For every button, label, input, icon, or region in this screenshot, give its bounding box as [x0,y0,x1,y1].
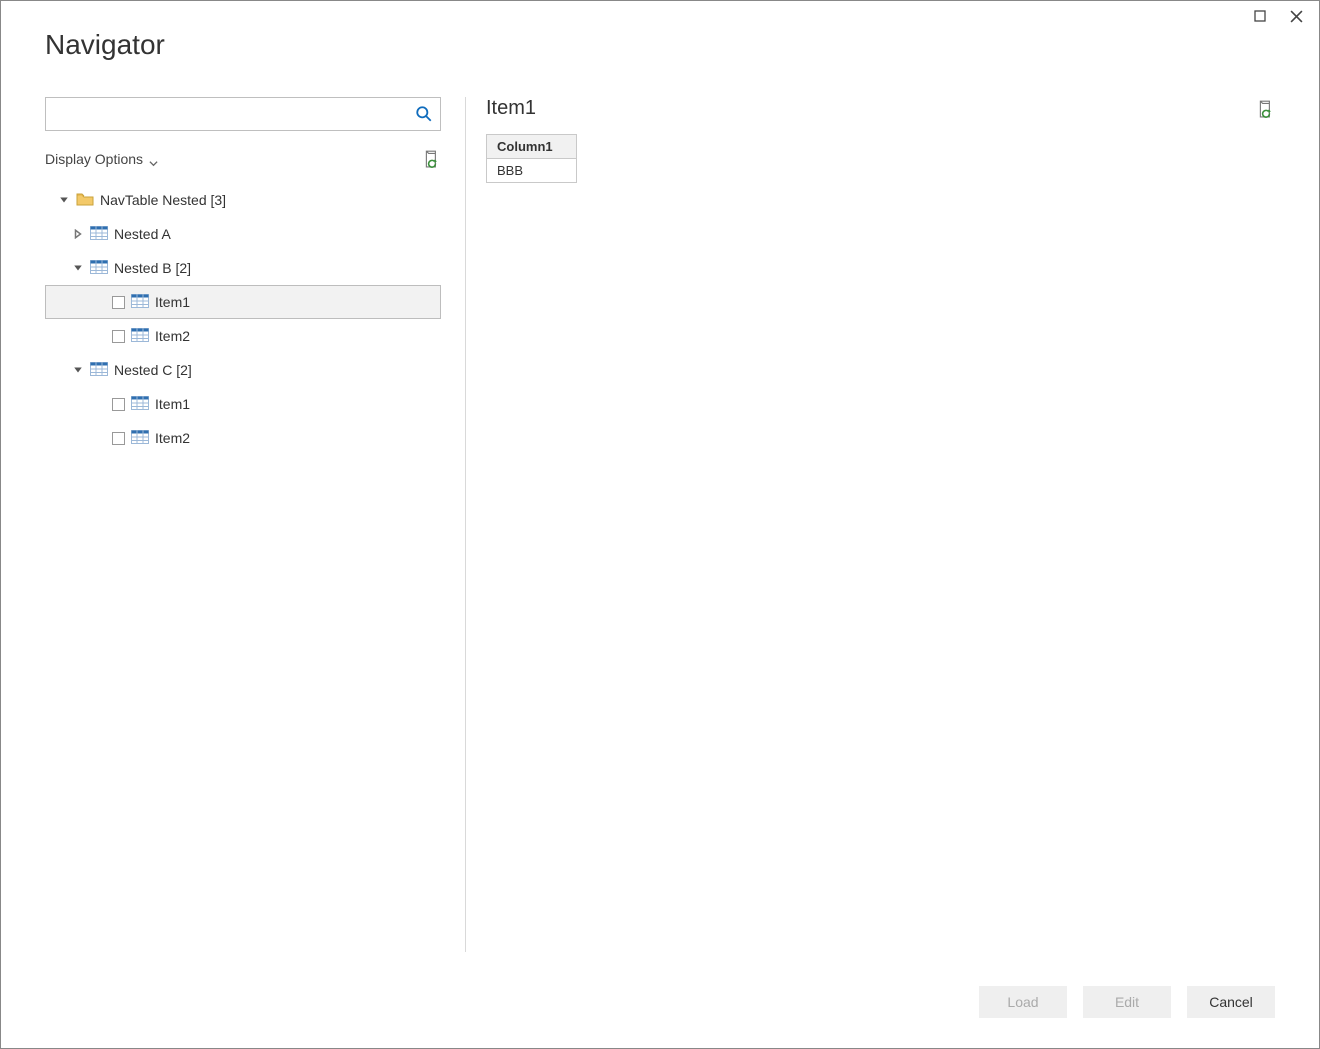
cancel-button[interactable]: Cancel [1187,986,1275,1018]
tree-node-nested-b-item2[interactable]: Item2 [45,319,441,353]
nav-tree: NavTable Nested [3] Nested A Nested B [2… [45,183,441,455]
table-icon [90,260,108,276]
folder-icon [76,192,94,208]
tree-checkbox[interactable] [112,432,125,445]
dialog-title: Navigator [45,29,165,61]
table-icon [131,396,149,412]
table-icon [90,362,108,378]
maximize-button[interactable] [1251,7,1269,25]
preview-cell: BBB [487,159,577,183]
expander-icon[interactable] [58,194,70,206]
preview-pane: Item1 Column1 BBB [486,97,1275,952]
edit-button[interactable]: Edit [1083,986,1171,1018]
table-icon [131,294,149,310]
preview-column-header[interactable]: Column1 [487,135,577,159]
refresh-left-icon[interactable] [423,150,441,168]
tree-label: Nested C [2] [114,362,192,378]
chevron-down-icon [149,155,158,164]
tree-checkbox[interactable] [112,296,125,309]
tree-node-nested-c-item2[interactable]: Item2 [45,421,441,455]
navigator-left-pane: Display Options [45,97,465,952]
search-icon[interactable] [415,105,433,123]
tree-label: Nested A [114,226,171,242]
tree-checkbox[interactable] [112,398,125,411]
refresh-preview-icon[interactable] [1257,100,1275,118]
tree-node-nested-c[interactable]: Nested C [2] [45,353,441,387]
tree-node-nested-c-item1[interactable]: Item1 [45,387,441,421]
display-options-dropdown[interactable]: Display Options [45,151,158,167]
tree-node-root[interactable]: NavTable Nested [3] [45,183,441,217]
search-input[interactable] [45,97,441,131]
close-icon [1290,10,1303,23]
tree-label: Nested B [2] [114,260,191,276]
tree-node-nested-b[interactable]: Nested B [2] [45,251,441,285]
table-icon [90,226,108,242]
expander-icon[interactable] [72,262,84,274]
tree-node-nested-b-item1[interactable]: Item1 [45,285,441,319]
tree-node-nested-a[interactable]: Nested A [45,217,441,251]
tree-label: Item1 [155,294,190,310]
load-button[interactable]: Load [979,986,1067,1018]
display-options-label: Display Options [45,151,143,167]
tree-checkbox[interactable] [112,330,125,343]
table-icon [131,430,149,446]
tree-label: NavTable Nested [3] [100,192,226,208]
tree-label: Item2 [155,430,190,446]
preview-table: Column1 BBB [486,134,577,183]
preview-title: Item1 [486,97,536,120]
preview-row[interactable]: BBB [487,159,577,183]
tree-label: Item1 [155,396,190,412]
close-button[interactable] [1287,7,1305,25]
maximize-icon [1254,10,1266,22]
expander-icon[interactable] [72,364,84,376]
pane-divider [465,97,466,952]
table-icon [131,328,149,344]
tree-label: Item2 [155,328,190,344]
expander-collapsed-icon[interactable] [72,228,84,240]
